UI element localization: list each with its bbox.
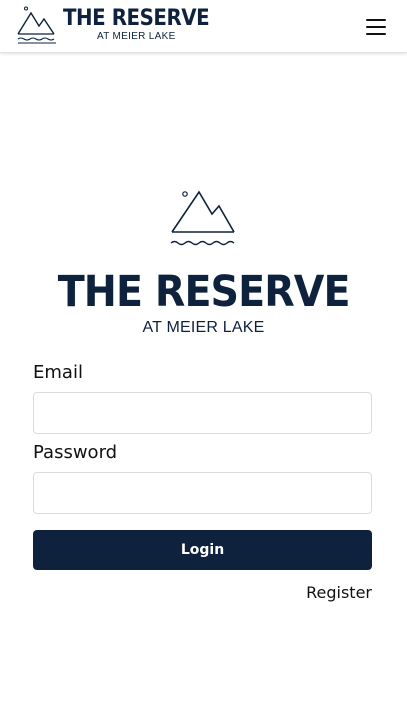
top-navbar: THE RESERVE AT MEIER LAKE [0, 0, 407, 53]
password-field[interactable] [33, 472, 372, 514]
mountain-lake-icon [17, 6, 56, 44]
email-label: Email [33, 362, 83, 383]
hero-title: THE RESERVE [0, 264, 407, 320]
password-label: Password [33, 442, 118, 463]
brand-subtitle: AT MEIER LAKE [97, 31, 176, 42]
password-group: Password [33, 440, 372, 514]
hero-title-text: THE RESERVE [57, 267, 351, 317]
brand-title: THE RESERVE [63, 6, 210, 31]
mountain-lake-icon [170, 190, 235, 246]
register-link[interactable]: Register [306, 582, 372, 604]
email-field[interactable] [33, 392, 372, 434]
login-button[interactable]: Login [33, 530, 372, 570]
email-group: Email [33, 360, 372, 434]
brand-logo-link[interactable]: THE RESERVE AT MEIER LAKE [16, 4, 210, 48]
hamburger-menu-icon[interactable] [360, 13, 392, 41]
hero-subtitle: AT MEIER LAKE [142, 319, 265, 336]
